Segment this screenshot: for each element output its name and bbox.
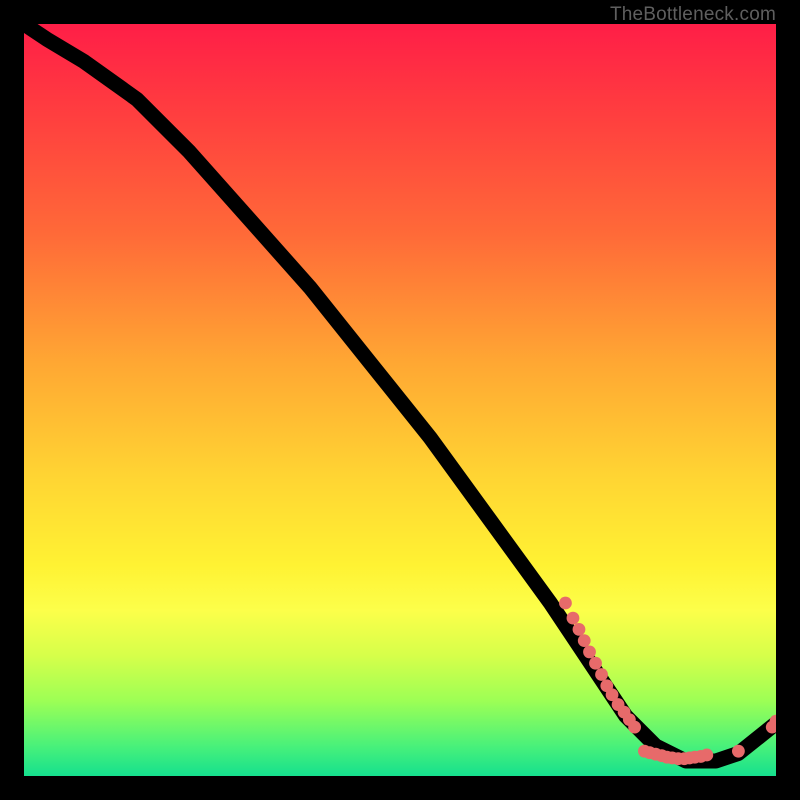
data-marker bbox=[612, 698, 625, 711]
data-marker bbox=[638, 745, 651, 758]
data-marker bbox=[666, 752, 679, 765]
data-marker bbox=[578, 634, 591, 647]
attribution-label: TheBottleneck.com bbox=[610, 4, 776, 26]
data-marker bbox=[694, 750, 707, 763]
data-marker bbox=[606, 688, 619, 701]
data-marker bbox=[589, 657, 602, 670]
data-marker bbox=[559, 597, 572, 610]
marker-layer bbox=[559, 597, 776, 765]
data-marker bbox=[700, 749, 713, 762]
data-marker bbox=[643, 746, 656, 759]
data-marker bbox=[567, 612, 580, 625]
data-marker bbox=[766, 721, 776, 734]
data-marker bbox=[678, 752, 691, 765]
plot-area bbox=[24, 24, 776, 776]
data-marker bbox=[595, 668, 608, 681]
curve-layer bbox=[24, 24, 776, 776]
data-marker bbox=[600, 679, 613, 692]
bottleneck-curve bbox=[24, 24, 776, 761]
data-marker bbox=[623, 713, 636, 726]
data-marker bbox=[583, 646, 596, 659]
data-marker bbox=[732, 745, 745, 758]
data-marker bbox=[661, 751, 674, 764]
data-marker bbox=[649, 748, 662, 761]
data-marker bbox=[655, 749, 668, 762]
data-marker bbox=[683, 752, 696, 765]
chart-stage: TheBottleneck.com bbox=[0, 0, 800, 800]
data-marker bbox=[688, 751, 701, 764]
data-marker bbox=[618, 706, 631, 719]
data-marker bbox=[628, 721, 641, 734]
data-marker bbox=[770, 715, 776, 728]
data-marker bbox=[672, 752, 685, 765]
data-marker bbox=[573, 623, 586, 636]
